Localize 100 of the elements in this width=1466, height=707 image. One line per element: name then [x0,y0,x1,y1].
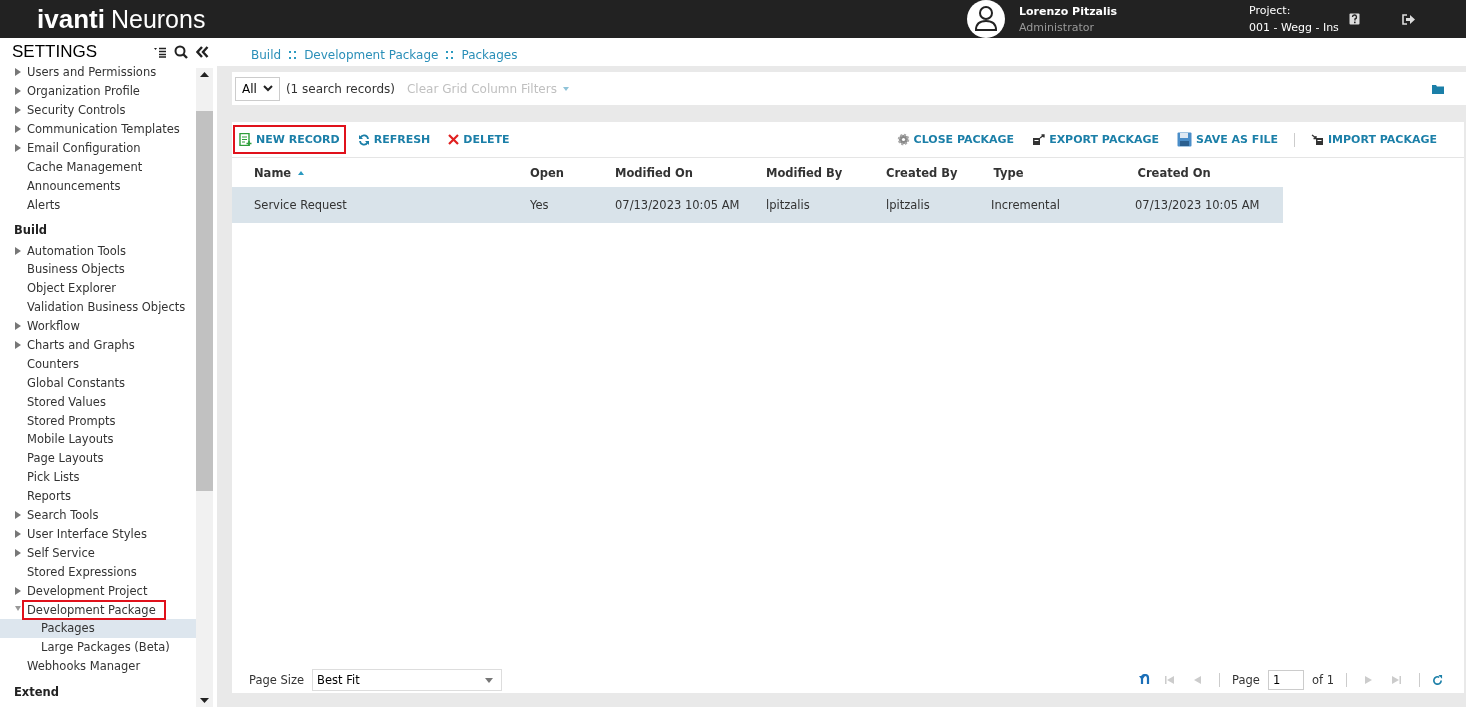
column-header[interactable]: Type [971,165,1116,180]
table-cell-text: 07/13/2023 10:05 AM [1134,198,1261,212]
sidebar-item[interactable]: Stored Prompts [22,410,121,431]
sidebar-item[interactable]: Webhooks Manager [22,656,146,677]
sidebar-item[interactable]: Validation Business Objects [22,297,191,318]
sidebar-item[interactable]: Stored Expressions [22,561,142,582]
scroll-down-icon[interactable] [200,698,209,703]
sidebar-item[interactable]: Communication Templates [22,119,185,140]
import-icon [1311,133,1324,146]
collapsed-triangle-icon[interactable] [15,87,21,96]
sidebar-item[interactable]: Search Tools [22,505,104,526]
caret-down-icon [562,86,569,91]
collapsed-triangle-icon[interactable] [15,548,21,557]
scrollbar[interactable] [196,68,213,707]
toolbar-button[interactable]: EXPORT PACKAGE [1026,125,1166,154]
collapsed-triangle-icon[interactable] [15,511,21,520]
breadcrumb-link[interactable]: Packages [461,48,518,62]
sidebar-item[interactable]: Self Service [22,542,100,563]
project-value[interactable]: 001 - Wegg - Ins [1249,21,1343,34]
collapsed-triangle-icon[interactable] [15,125,21,134]
page-total: of 1 [1311,673,1334,687]
sidebar-title: SETTINGS [12,42,98,62]
sidebar-item[interactable]: Mobile Layouts [22,429,119,450]
breadcrumb-link[interactable]: Build [251,48,282,62]
collapsed-triangle-icon[interactable] [15,68,21,77]
brand-logo: ivanti [37,3,105,35]
toolbar-button[interactable]: REFRESH [351,125,437,154]
tree-list-icon[interactable] [154,46,166,58]
table-cell-text: Yes [529,198,550,212]
scroll-up-icon[interactable] [200,72,209,77]
sidebar-section-heading: Build [13,222,49,240]
collapsed-triangle-icon[interactable] [15,106,21,115]
sidebar-item[interactable]: Charts and Graphs [22,335,140,356]
sidebar-item[interactable]: Organization Profile [22,81,145,102]
sidebar-item[interactable]: Stored Values [22,391,111,412]
column-header[interactable]: Modified By [744,165,864,180]
column-header[interactable]: Modified On [593,165,744,180]
collapsed-triangle-icon[interactable] [15,246,21,255]
sidebar-item[interactable]: Automation Tools [22,240,131,261]
column-header[interactable]: Created On [1115,165,1286,180]
toolbar-button[interactable]: IMPORT PACKAGE [1305,125,1443,154]
sidebar-item[interactable]: Development Project [22,580,153,601]
folder-icon[interactable] [1432,83,1444,94]
column-header[interactable]: Open [508,165,593,180]
sidebar-item[interactable]: Users and Permissions [22,63,162,83]
sidebar-item[interactable]: Workflow [22,316,85,337]
logout-icon[interactable] [1402,13,1415,25]
sidebar-item[interactable]: Security Controls [22,100,131,121]
sidebar-section-heading: Extend [13,683,60,701]
toolbar-button[interactable]: NEW RECORD [233,125,346,154]
sidebar-item[interactable]: Business Objects [22,259,130,280]
user-avatar-icon[interactable] [967,0,1005,38]
collapsed-triangle-icon[interactable] [15,144,21,152]
sidebar-item[interactable]: User Interface Styles [22,523,152,544]
column-header[interactable]: Created By [864,165,972,180]
sidebar-item[interactable]: Page Layouts [22,448,109,469]
sidebar-item[interactable]: Counters [22,353,84,374]
collapse-chevrons-icon[interactable] [196,46,209,58]
help-icon[interactable] [1349,13,1360,25]
sidebar-item[interactable]: Pick Lists [22,467,85,488]
collapsed-triangle-icon[interactable] [15,322,21,331]
table-cell-text: 07/13/2023 10:05 AM [614,198,741,212]
caret-down-icon [485,677,494,683]
refresh-icon[interactable] [1432,674,1443,686]
sidebar-item[interactable]: Cache Management [22,156,148,177]
delete-icon [448,134,460,145]
column-header[interactable]: Name [232,165,508,180]
toolbar-button[interactable]: DELETE [442,125,516,154]
breadcrumb-link[interactable]: Development Package [304,48,439,62]
export-icon [1032,133,1046,146]
sidebar-item[interactable]: Announcements [22,175,126,196]
table-cell-text: lpitzalis [885,198,931,212]
document-plus-icon [239,133,252,146]
search-icon[interactable] [174,45,188,59]
refresh-icon [357,133,370,146]
breadcrumb-separator-icon [446,50,454,60]
table-row[interactable]: Service Request Yes 07/13/2023 10:05 AM lpitzalis lpitzalis Incremental 07/13/2023 10:05 AM [232,187,1283,223]
undo-icon[interactable] [1139,674,1152,686]
sidebar-item[interactable]: Email Configuration [22,138,146,158]
sidebar-item[interactable]: Large Packages (Beta) [36,637,175,658]
page-label: Page [1232,673,1260,687]
collapsed-triangle-icon[interactable] [15,529,21,538]
toolbar-button[interactable]: SAVE AS FILE [1171,124,1284,155]
table-cell-text: lpitzalis [765,198,811,212]
sidebar-item[interactable]: Reports [22,486,77,507]
toolbar-button[interactable]: CLOSE PACKAGE [890,125,1021,154]
table-cell-text: Service Request [253,198,348,212]
gear-icon [896,133,910,146]
sidebar-item[interactable]: Alerts [22,194,66,215]
sidebar-item[interactable]: Global Constants [22,372,131,393]
collapsed-triangle-icon[interactable] [15,586,21,595]
collapsed-triangle-icon[interactable] [15,341,21,349]
user-role: Administrator [1019,20,1095,34]
page-size-dropdown[interactable]: Best Fit [312,669,503,691]
sidebar-item[interactable]: Development Package [22,599,166,620]
breadcrumb-separator-icon [289,50,297,60]
page-number-field[interactable]: 1 [1267,670,1304,690]
scope-dropdown[interactable]: All [235,76,280,101]
sidebar-item[interactable]: Object Explorer [22,278,121,299]
table-cell-text: Incremental [990,198,1061,212]
